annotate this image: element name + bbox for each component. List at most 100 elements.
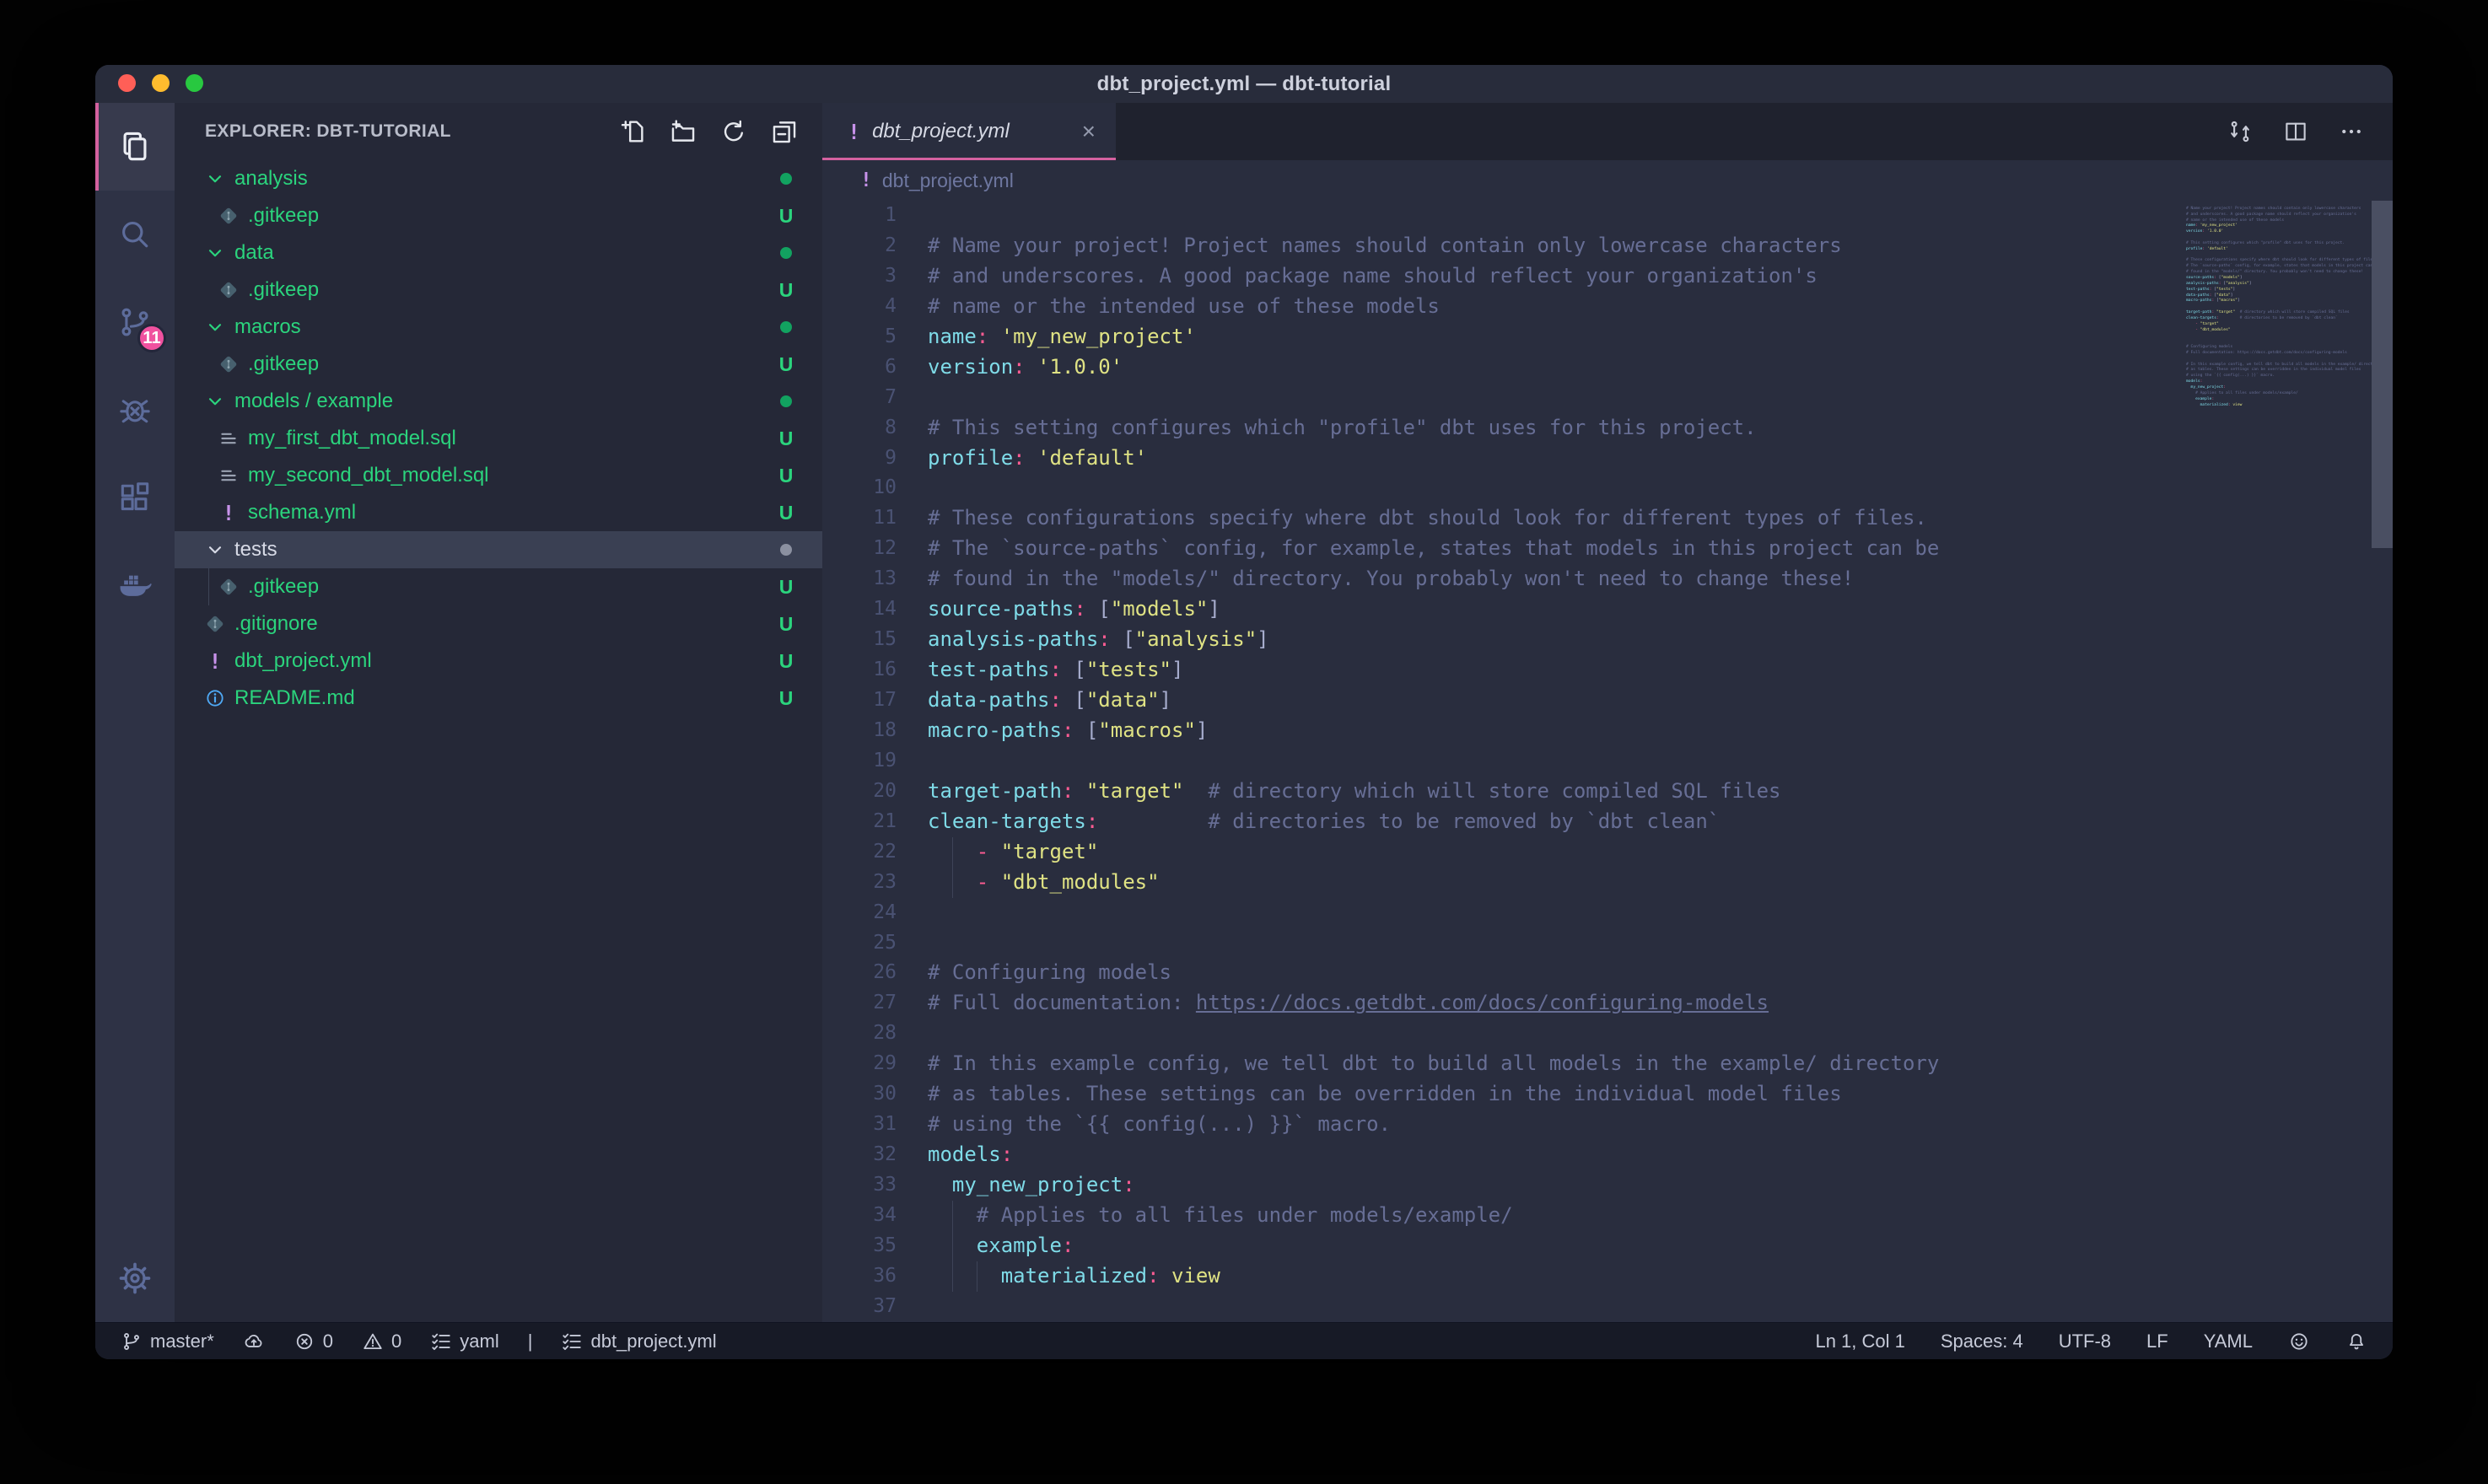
code-line-21[interactable]: 21clean-targets: # directories to be rem… [822,807,2393,837]
status-encoding[interactable]: UTF-8 [2059,1331,2111,1352]
more-actions-button[interactable] [2339,119,2364,144]
tree-item-readme-md[interactable]: README.mdU [175,680,822,717]
git-untracked-badge: U [775,687,797,710]
code-line-13[interactable]: 13# found in the "models/" directory. Yo… [822,564,2393,594]
minimize-window-button[interactable] [152,74,170,92]
code-line-16[interactable]: 16test-paths: ["tests"] [822,655,2393,686]
activity-source-control[interactable]: 11 [95,278,175,366]
extensions-icon [116,479,153,516]
code-line-37[interactable]: 37 [822,1292,2393,1322]
code-line-10[interactable]: 10 [822,473,2393,503]
status-language-mode[interactable]: YAML [2204,1331,2253,1352]
new-file-button[interactable] [618,117,647,146]
code-line-32[interactable]: 32models: [822,1140,2393,1170]
code-line-2[interactable]: 2# Name your project! Project names shou… [822,231,2393,261]
git-icon [218,279,240,301]
tree-item-my-second-dbt-model-sql[interactable]: my_second_dbt_model.sqlU [175,457,822,494]
activity-extensions[interactable] [95,454,175,541]
code-line-23[interactable]: 23 - "dbt_modules" [822,868,2393,898]
activity-search[interactable] [95,191,175,278]
code-line-36[interactable]: 36 materialized: view [822,1261,2393,1292]
refresh-button[interactable] [719,117,748,146]
zoom-window-button[interactable] [186,74,203,92]
code-line-31[interactable]: 31# using the `{{ config(...) }}` macro. [822,1110,2393,1140]
tree-item-data[interactable]: data [175,234,822,272]
tree-item--gitkeep[interactable]: .gitkeepU [175,346,822,383]
chevron-down-icon [204,539,226,561]
settings-icon [116,1260,153,1297]
status-feedback[interactable] [2288,1331,2310,1352]
title-bar[interactable]: dbt_project.yml — dbt-tutorial [95,65,2393,103]
tree-item-dbt-project-yml[interactable]: !dbt_project.ymlU [175,643,822,680]
minimap[interactable]: # Name your project! Project names shoul… [2186,201,2372,414]
editor-scrollbar[interactable] [2372,201,2393,548]
code-line-9[interactable]: 9profile: 'default' [822,444,2393,474]
code-line-8[interactable]: 8# This setting configures which "profil… [822,413,2393,444]
tab-label: dbt_project.yml [872,120,1077,143]
tree-item--gitkeep[interactable]: .gitkeepU [175,197,822,234]
code-editor[interactable]: 12# Name your project! Project names sho… [822,201,2393,1322]
close-tab-icon[interactable]: × [1077,118,1101,145]
split-editor-button[interactable] [2283,119,2308,144]
code-line-6[interactable]: 6version: '1.0.0' [822,352,2393,383]
open-changes-button[interactable] [2227,119,2253,144]
code-line-29[interactable]: 29# In this example config, we tell dbt … [822,1049,2393,1079]
tree-item-analysis[interactable]: analysis [175,160,822,197]
tab-dbt-project-yml[interactable]: ! dbt_project.yml × [822,103,1116,160]
code-line-22[interactable]: 22 - "target" [822,837,2393,868]
code-line-28[interactable]: 28 [822,1019,2393,1049]
tree-item-my-first-dbt-model-sql[interactable]: my_first_dbt_model.sqlU [175,420,822,457]
status-indentation[interactable]: Spaces: 4 [1941,1331,2023,1352]
code-line-15[interactable]: 15analysis-paths: ["analysis"] [822,625,2393,655]
status-dbt-language[interactable]: yaml [430,1331,498,1352]
activity-explorer[interactable] [95,103,175,191]
tree-item-models-example[interactable]: models / example [175,383,822,420]
code-line-25[interactable]: 25 [822,928,2393,959]
tree-item--gitkeep[interactable]: .gitkeepU [175,272,822,309]
line-number: 23 [822,868,897,898]
chevron-down-icon [203,241,227,265]
activity-docker[interactable] [95,541,175,629]
status-errors[interactable]: 0 [293,1331,333,1352]
activity-debug[interactable] [95,366,175,454]
breadcrumb[interactable]: ! dbt_project.yml [822,160,2393,201]
code-line-35[interactable]: 35 example: [822,1231,2393,1261]
status-dbt-file[interactable]: dbt_project.yml [561,1331,716,1352]
tree-item-schema-yml[interactable]: !schema.ymlU [175,494,822,531]
status-eol[interactable]: LF [2146,1331,2168,1352]
collapse-all-button[interactable] [770,117,799,146]
new-folder-button[interactable] [669,117,697,146]
status-warnings[interactable]: 0 [362,1331,401,1352]
code-line-11[interactable]: 11# These configurations specify where d… [822,503,2393,534]
tree-item--gitignore[interactable]: .gitignoreU [175,605,822,643]
close-window-button[interactable] [118,74,136,92]
status-notifications[interactable] [2345,1331,2367,1352]
code-line-30[interactable]: 30# as tables. These settings can be ove… [822,1079,2393,1110]
code-line-19[interactable]: 19 [822,746,2393,777]
tree-item--gitkeep[interactable]: .gitkeepU [175,568,822,605]
folder-modified-dot [775,173,797,185]
code-line-1[interactable]: 1 [822,201,2393,231]
tree-item-macros[interactable]: macros [175,309,822,346]
code-line-3[interactable]: 3# and underscores. A good package name … [822,261,2393,292]
code-line-24[interactable]: 24 [822,898,2393,928]
status-publish[interactable] [243,1331,265,1352]
code-line-7[interactable]: 7 [822,383,2393,413]
code-line-17[interactable]: 17data-paths: ["data"] [822,686,2393,716]
code-line-26[interactable]: 26# Configuring models [822,958,2393,988]
minimap-line: # using the `{{ config(...) }}` macro. [2186,374,2372,379]
code-line-27[interactable]: 27# Full documentation: https://docs.get… [822,988,2393,1019]
status-cursor-position[interactable]: Ln 1, Col 1 [1815,1331,1904,1352]
code-line-20[interactable]: 20target-path: "target" # directory whic… [822,777,2393,807]
code-line-18[interactable]: 18macro-paths: ["macros"] [822,716,2393,746]
activity-settings[interactable] [95,1234,175,1322]
code-line-4[interactable]: 4# name or the intended use of these mod… [822,292,2393,322]
code-line-14[interactable]: 14source-paths: ["models"] [822,594,2393,625]
code-line-33[interactable]: 33 my_new_project: [822,1170,2393,1201]
code-line-34[interactable]: 34 # Applies to all files under models/e… [822,1201,2393,1231]
status-git-branch[interactable]: master* [121,1331,214,1352]
code-line-12[interactable]: 12# The `source-paths` config, for examp… [822,534,2393,564]
code-line-5[interactable]: 5name: 'my_new_project' [822,322,2393,352]
refresh-icon [719,117,748,146]
tree-item-tests[interactable]: tests [175,531,822,568]
